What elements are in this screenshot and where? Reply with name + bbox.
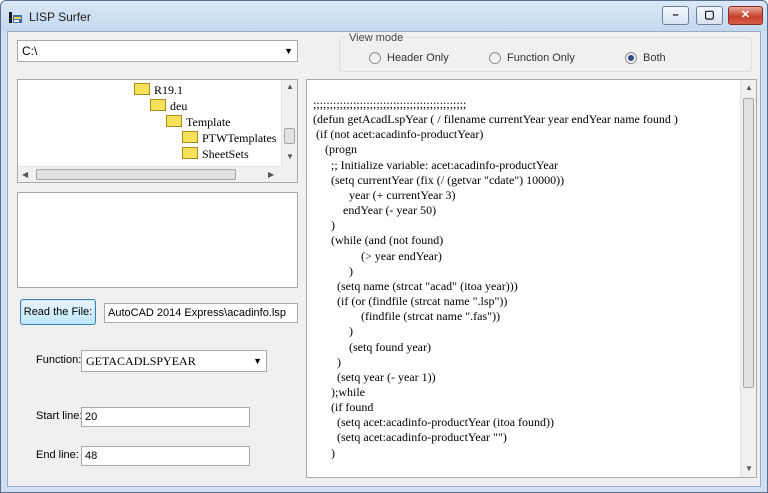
code-text[interactable]: ;;;;;;;;;;;;;;;;;;;;;;;;;;;;;;;;;;;;;;;;…: [313, 97, 678, 461]
radio-label: Header Only: [387, 52, 449, 64]
scroll-thumb[interactable]: [36, 169, 236, 180]
function-label: Function:: [36, 354, 82, 366]
tree-item-label: PTWTemplates: [202, 131, 277, 145]
code-viewer[interactable]: ;;;;;;;;;;;;;;;;;;;;;;;;;;;;;;;;;;;;;;;;…: [306, 79, 757, 478]
read-file-button[interactable]: Read the File:: [20, 299, 96, 325]
file-path-field[interactable]: AutoCAD 2014 Express\acadinfo.lsp: [104, 303, 298, 323]
radio-header-only[interactable]: Header Only: [369, 51, 449, 65]
chevron-down-icon[interactable]: ▼: [253, 351, 262, 371]
view-mode-title: View mode: [346, 32, 407, 44]
client-area: C:\ ▼ View mode Header Only Function Onl…: [7, 31, 761, 487]
app-icon: [9, 12, 22, 23]
folder-icon: [150, 99, 166, 111]
minimize-button[interactable]: –: [662, 6, 689, 25]
tree-vertical-scrollbar[interactable]: ▲ ▼: [281, 80, 297, 166]
scroll-thumb[interactable]: [284, 128, 295, 144]
tree-item[interactable]: PTWTemplates: [182, 130, 276, 146]
function-combo[interactable]: GETACADLSPYEAR ▼: [81, 350, 267, 372]
path-combo-value: C:\: [22, 44, 38, 58]
tree-item[interactable]: R19.1: [134, 82, 183, 98]
tree-item-label: Template: [186, 115, 231, 129]
radio-icon[interactable]: [489, 52, 501, 65]
maximize-icon: ▢: [704, 9, 715, 21]
folder-icon: [182, 131, 198, 143]
tree-item[interactable]: deu: [150, 98, 187, 114]
tree-item-label: deu: [170, 99, 188, 113]
end-line-label: End line:: [36, 449, 79, 461]
scroll-right-icon[interactable]: ▶: [268, 170, 274, 179]
minimize-icon: –: [672, 9, 679, 21]
radio-label: Function Only: [507, 52, 575, 64]
function-combo-value: GETACADLSPYEAR: [86, 354, 196, 368]
title-bar[interactable]: LISP Surfer – ▢ ✕: [1, 1, 767, 31]
tree-item[interactable]: SheetSets: [182, 146, 249, 162]
maximize-button[interactable]: ▢: [696, 6, 723, 25]
end-line-field[interactable]: 48: [81, 446, 250, 466]
radio-icon[interactable]: [369, 52, 381, 65]
start-line-field[interactable]: 20: [81, 407, 250, 427]
chevron-down-icon[interactable]: ▼: [284, 41, 293, 61]
close-button[interactable]: ✕: [728, 6, 763, 25]
code-vertical-scrollbar[interactable]: ▲ ▼: [740, 80, 756, 477]
scroll-down-icon[interactable]: ▼: [745, 464, 753, 473]
folder-tree[interactable]: R19.1 deu Template PTWTemplates SheetSet…: [17, 79, 298, 183]
scroll-up-icon[interactable]: ▲: [286, 82, 294, 91]
folder-icon: [134, 83, 150, 95]
app-window: LISP Surfer – ▢ ✕ C:\ ▼ View mode Header…: [0, 0, 768, 493]
folder-icon: [182, 147, 198, 159]
file-listbox[interactable]: [17, 192, 298, 288]
close-icon: ✕: [740, 9, 751, 21]
radio-label: Both: [643, 52, 666, 64]
radio-function-only[interactable]: Function Only: [489, 51, 575, 65]
window-title: LISP Surfer: [29, 10, 91, 24]
scroll-up-icon[interactable]: ▲: [745, 83, 753, 92]
tree-horizontal-scrollbar[interactable]: ◀ ▶: [18, 166, 281, 182]
scroll-corner: [281, 166, 297, 182]
folder-icon: [166, 115, 182, 127]
scroll-left-icon[interactable]: ◀: [22, 170, 28, 179]
path-combo[interactable]: C:\ ▼: [17, 40, 298, 62]
tree-item-label: SheetSets: [202, 147, 249, 161]
radio-both[interactable]: Both: [625, 51, 666, 65]
scroll-down-icon[interactable]: ▼: [286, 152, 294, 161]
tree-item-label: R19.1: [154, 83, 184, 97]
scroll-thumb[interactable]: [743, 98, 754, 388]
radio-selected-icon[interactable]: [625, 52, 637, 65]
tree-item[interactable]: Template: [166, 114, 230, 130]
start-line-label: Start line:: [36, 410, 83, 422]
